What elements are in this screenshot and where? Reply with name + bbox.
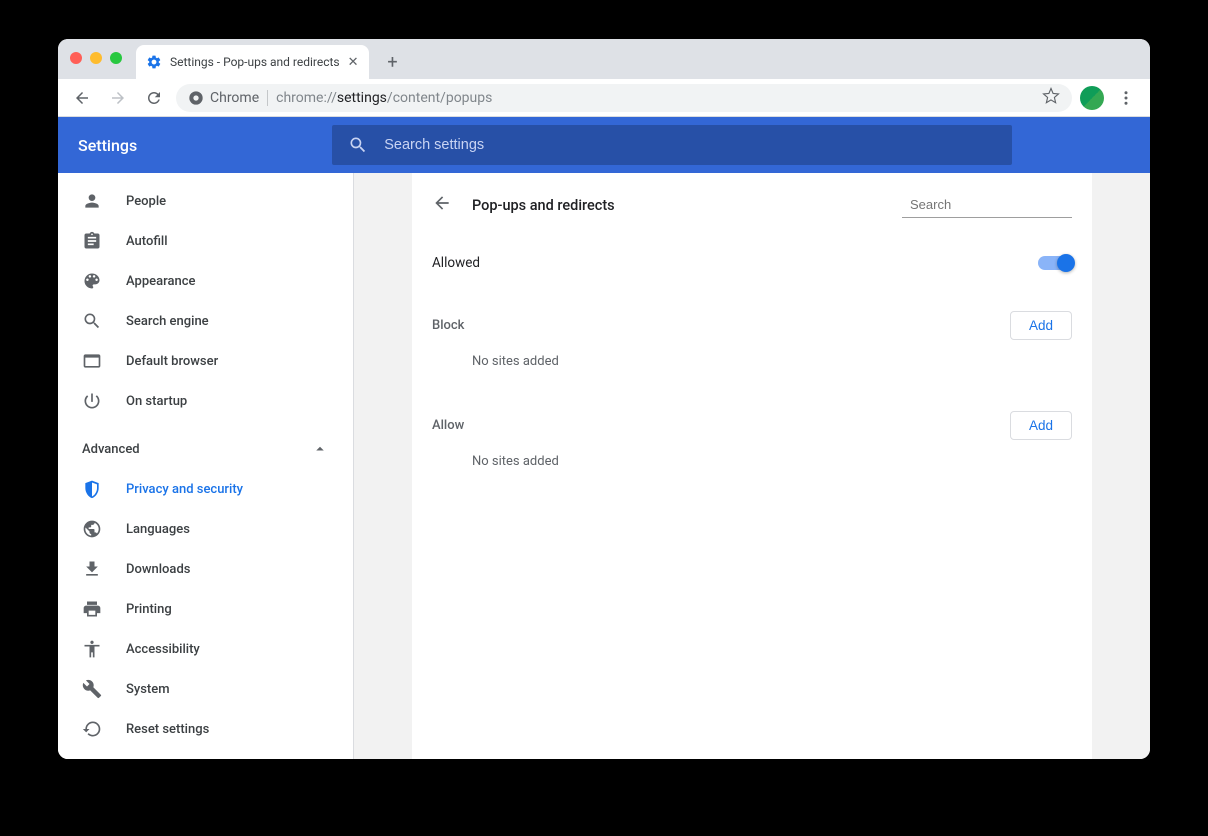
sidebar-item-default-browser[interactable]: Default browser (58, 341, 353, 381)
allow-label: Allow (432, 418, 464, 433)
sidebar-item-languages[interactable]: Languages (58, 509, 353, 549)
content-panel: Pop-ups and redirects Allowed Block Add … (412, 173, 1092, 759)
bookmark-star-icon[interactable] (1042, 87, 1060, 109)
forward-button[interactable] (104, 84, 132, 112)
block-empty-message: No sites added (432, 340, 1072, 389)
sidebar-item-label: Appearance (126, 274, 195, 289)
back-arrow-button[interactable] (432, 193, 452, 217)
shield-icon (82, 479, 102, 499)
url-text: chrome://settings/content/popups (276, 90, 492, 106)
globe-icon (82, 519, 102, 539)
sidebar-item-label: Default browser (126, 354, 218, 369)
sidebar-item-label: Search engine (126, 314, 209, 329)
palette-icon (82, 271, 102, 291)
sidebar-item-downloads[interactable]: Downloads (58, 549, 353, 589)
panel-search[interactable] (902, 193, 1072, 218)
address-bar[interactable]: Chrome chrome://settings/content/popups (176, 84, 1072, 112)
divider (267, 90, 268, 106)
printer-icon (82, 599, 102, 619)
settings-header: Settings (58, 117, 1150, 173)
wrench-icon (82, 679, 102, 699)
main-area: Pop-ups and redirects Allowed Block Add … (354, 173, 1150, 759)
sidebar-item-label: Reset settings (126, 722, 209, 737)
sidebar-item-appearance[interactable]: Appearance (58, 261, 353, 301)
tab-title: Settings - Pop-ups and redirects (170, 55, 340, 69)
sidebar-item-privacy-security[interactable]: Privacy and security (58, 469, 353, 509)
close-window-button[interactable] (70, 52, 82, 64)
clipboard-icon (82, 231, 102, 251)
search-icon (348, 135, 368, 155)
window-controls (70, 52, 122, 64)
accessibility-icon (82, 639, 102, 659)
allowed-label: Allowed (432, 255, 480, 271)
block-add-button[interactable]: Add (1010, 311, 1072, 340)
sidebar-item-label: Downloads (126, 562, 190, 577)
advanced-label: Advanced (82, 442, 140, 457)
sidebar-item-label: Autofill (126, 234, 168, 249)
reload-button[interactable] (140, 84, 168, 112)
sidebar-item-printing[interactable]: Printing (58, 589, 353, 629)
browser-tab[interactable]: Settings - Pop-ups and redirects ✕ (136, 45, 369, 79)
new-tab-button[interactable]: + (379, 48, 407, 76)
minimize-window-button[interactable] (90, 52, 102, 64)
sidebar-item-label: On startup (126, 394, 187, 409)
browser-window: Settings - Pop-ups and redirects ✕ + Chr… (58, 39, 1150, 759)
sidebar-item-reset-settings[interactable]: Reset settings (58, 709, 353, 749)
gear-icon (146, 54, 162, 70)
back-button[interactable] (68, 84, 96, 112)
panel-search-input[interactable] (910, 197, 1086, 212)
sidebar-item-system[interactable]: System (58, 669, 353, 709)
sidebar-item-autofill[interactable]: Autofill (58, 221, 353, 261)
download-icon (82, 559, 102, 579)
restore-icon (82, 719, 102, 739)
settings-title: Settings (78, 136, 137, 155)
browser-icon (82, 351, 102, 371)
sidebar-item-accessibility[interactable]: Accessibility (58, 629, 353, 669)
browser-menu-button[interactable] (1112, 84, 1140, 112)
sidebar-item-people[interactable]: People (58, 181, 353, 221)
browser-toolbar: Chrome chrome://settings/content/popups (58, 79, 1150, 117)
search-icon (82, 311, 102, 331)
sidebar-item-search-engine[interactable]: Search engine (58, 301, 353, 341)
chevron-up-icon (311, 440, 329, 458)
allowed-toggle[interactable] (1038, 256, 1072, 270)
site-chip: Chrome (188, 90, 259, 106)
block-label: Block (432, 318, 464, 333)
profile-avatar[interactable] (1080, 86, 1104, 110)
sidebar-item-on-startup[interactable]: On startup (58, 381, 353, 421)
maximize-window-button[interactable] (110, 52, 122, 64)
sidebar-item-label: People (126, 194, 166, 209)
search-settings-input[interactable] (384, 137, 996, 153)
chrome-icon (188, 90, 204, 106)
search-settings-box[interactable] (332, 125, 1012, 165)
sidebar-item-label: System (126, 682, 170, 697)
tab-strip: Settings - Pop-ups and redirects ✕ + (58, 39, 1150, 79)
sidebar-item-label: Privacy and security (126, 482, 243, 497)
allow-add-button[interactable]: Add (1010, 411, 1072, 440)
power-icon (82, 391, 102, 411)
panel-title: Pop-ups and redirects (472, 197, 615, 214)
sidebar-item-label: Languages (126, 522, 190, 537)
allow-section-header: Allow Add (432, 411, 1072, 440)
sidebar-item-label: Printing (126, 602, 172, 617)
block-section-header: Block Add (432, 311, 1072, 340)
panel-header: Pop-ups and redirects (432, 173, 1072, 237)
sidebar-advanced-toggle[interactable]: Advanced (58, 429, 353, 469)
settings-body: People Autofill Appearance Search engine… (58, 173, 1150, 759)
person-icon (82, 191, 102, 211)
allow-empty-message: No sites added (432, 440, 1072, 489)
settings-sidebar: People Autofill Appearance Search engine… (58, 173, 354, 759)
close-tab-button[interactable]: ✕ (348, 55, 359, 70)
sidebar-item-label: Accessibility (126, 642, 200, 657)
allowed-row: Allowed (432, 237, 1072, 289)
